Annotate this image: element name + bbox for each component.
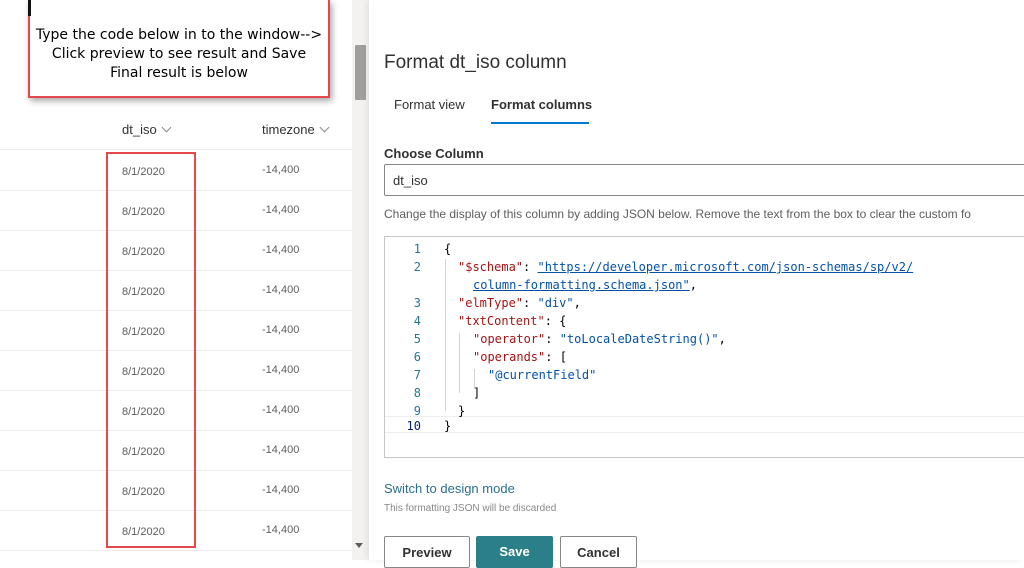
code-line: "txtContent": { <box>458 314 566 328</box>
timezone-cell: -14,400 <box>262 444 300 456</box>
timezone-cell: -14,400 <box>262 484 300 496</box>
line-number: 3 <box>413 296 421 310</box>
callout-line: Final result is below <box>110 65 248 81</box>
column-header-timezone[interactable]: timezone <box>262 122 330 137</box>
timezone-cell: -14,400 <box>262 404 300 416</box>
preview-button[interactable]: Preview <box>384 536 470 568</box>
callout-line: Type the code below in to the window--> <box>35 27 323 43</box>
code-token: "div" <box>537 296 574 310</box>
active-tab-indicator <box>491 122 589 124</box>
schema-link[interactable]: column-formatting.schema.json" <box>473 278 690 292</box>
cursor-mark <box>28 0 31 16</box>
line-number: 2 <box>413 260 421 274</box>
choose-column-label: Choose Column <box>384 146 484 161</box>
line-number: 4 <box>413 314 421 328</box>
code-token: : [ <box>545 350 567 364</box>
choose-column-field[interactable]: dt_iso <box>384 164 1024 196</box>
line-number: 5 <box>413 332 421 346</box>
tab-format-view[interactable]: Format view <box>394 97 465 112</box>
cancel-button[interactable]: Cancel <box>560 536 637 568</box>
code-token: , <box>689 278 697 292</box>
json-code-editor[interactable]: 1 2 3 4 5 6 7 8 9 10 { "$schema": "https… <box>384 236 1024 458</box>
code-token: "toLocaleDateString()" <box>559 332 719 346</box>
code-token: , <box>573 296 581 310</box>
code-line: "operands": [ <box>473 350 567 364</box>
save-button[interactable]: Save <box>476 536 553 568</box>
code-token: : <box>523 296 538 310</box>
panel-title: Format dt_iso column <box>384 52 567 73</box>
code-token: } <box>444 419 452 433</box>
code-line: "elmType": "div", <box>458 296 581 310</box>
line-number: 1 <box>413 242 421 256</box>
code-token: "elmType" <box>458 296 524 310</box>
timezone-cell: -14,400 <box>262 364 300 376</box>
code-token: ] <box>473 386 481 400</box>
code-line: } <box>458 404 465 418</box>
column-header-dt-iso[interactable]: dt_iso <box>122 122 172 137</box>
highlight-box <box>106 152 196 548</box>
code-token: "@currentField" <box>488 368 597 382</box>
indent-guide <box>459 333 460 393</box>
callout-line: Click preview to see result and Save <box>51 46 307 62</box>
chevron-down-icon <box>319 122 330 133</box>
code-line: column-formatting.schema.json", <box>473 278 697 292</box>
line-number: 6 <box>413 350 421 364</box>
code-line: ] <box>473 386 480 400</box>
code-token: : <box>545 332 560 346</box>
chevron-down-icon <box>161 122 172 133</box>
timezone-cell: -14,400 <box>262 164 300 176</box>
instruction-callout: Type the code below in to the window--> … <box>28 0 330 98</box>
code-token: } <box>458 404 466 418</box>
code-token: "txtContent" <box>458 314 545 328</box>
timezone-cell: -14,400 <box>262 324 300 336</box>
schema-link[interactable]: "https://developer.microsoft.com/json-sc… <box>537 260 913 274</box>
code-token: , <box>718 332 726 346</box>
timezone-cell: -14,400 <box>262 524 300 536</box>
line-number: 9 <box>413 404 421 418</box>
code-line: "$schema": "https://developer.microsoft.… <box>458 260 913 274</box>
list-header: dt_iso timezone <box>0 110 352 150</box>
timezone-cell: -14,400 <box>262 284 300 296</box>
code-token: "operands" <box>473 350 546 364</box>
timezone-cell: -14,400 <box>262 204 300 216</box>
scroll-down-arrow-icon[interactable] <box>355 543 363 548</box>
code-token: : { <box>544 314 567 328</box>
tab-format-columns[interactable]: Format columns <box>491 97 592 112</box>
switch-to-design-mode-link[interactable]: Switch to design mode <box>384 481 515 496</box>
code-token: "operator" <box>473 332 546 346</box>
indent-guide <box>445 259 446 411</box>
code-line: "@currentField" <box>488 368 596 382</box>
code-token: : <box>523 260 538 274</box>
code-line: { <box>444 242 451 256</box>
scrollbar-thumb[interactable] <box>355 45 366 100</box>
current-line-highlight <box>385 416 1024 433</box>
code-token: { <box>444 242 452 256</box>
code-line: "operator": "toLocaleDateString()", <box>473 332 726 346</box>
column-header-label: timezone <box>262 122 315 137</box>
description-text: Change the display of this column by add… <box>384 207 971 221</box>
line-number: 10 <box>406 419 421 433</box>
line-number: 8 <box>413 386 421 400</box>
line-number: 7 <box>413 368 421 382</box>
column-header-label: dt_iso <box>122 122 157 137</box>
code-token: "$schema" <box>458 260 524 274</box>
timezone-cell: -14,400 <box>262 244 300 256</box>
discard-note: This formatting JSON will be discarded <box>384 503 557 514</box>
code-line: } <box>444 419 451 433</box>
